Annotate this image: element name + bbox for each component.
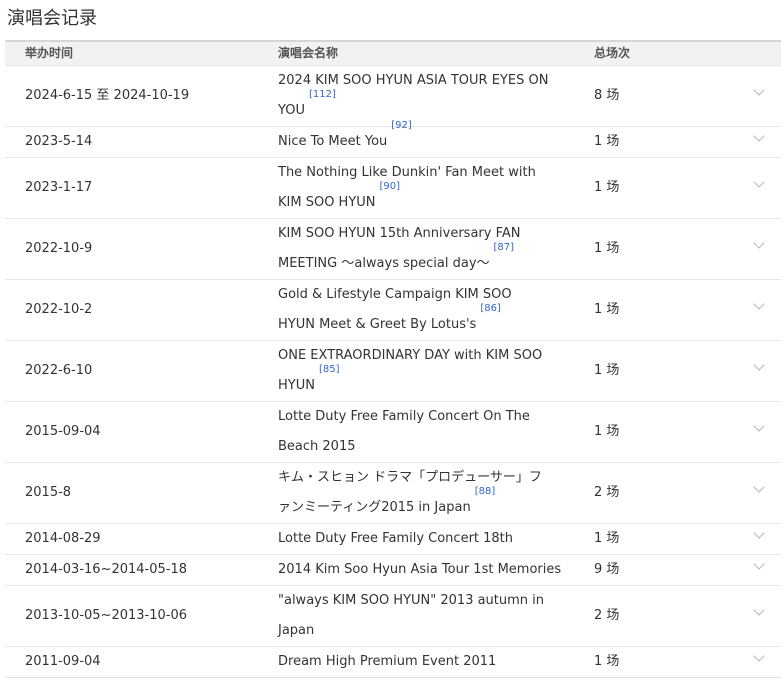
row-count: 1 场 <box>594 180 620 195</box>
row-date: 2022-6-10 <box>25 363 93 378</box>
row-count: 8 场 <box>594 88 620 103</box>
chevron-down-icon[interactable] <box>753 237 765 249</box>
reference-link[interactable]: [85] <box>319 364 340 375</box>
row-name-text: ONE EXTRAORDINARY DAY with KIM SOO HYUN <box>278 348 543 393</box>
row-name-text: KIM SOO HYUN 15th Anniversary FAN MEETIN… <box>278 226 521 271</box>
row-name: Lotte Duty Free Family Concert 18th <box>278 524 550 554</box>
row-count: 1 场 <box>594 134 620 149</box>
table-row[interactable]: 2011-09-04 Dream High Premium Event 2011… <box>5 647 781 678</box>
row-date: 2014-08-29 <box>25 531 101 546</box>
column-header-date: 举办时间 <box>25 46 74 60</box>
row-name: キム・スヒョン ドラマ「プロデューサー」ファンミーティング2015 in Jap… <box>278 463 550 523</box>
chevron-down-icon[interactable] <box>753 604 765 616</box>
row-count: 2 场 <box>594 608 620 623</box>
row-name-text: Nice To Meet You <box>278 134 388 149</box>
chevron-down-icon[interactable] <box>753 481 765 493</box>
row-date: 2022-10-9 <box>25 241 93 256</box>
concert-table: 举办时间 演唱会名称 总场次 2024-6-15 至 2024-10-19 20… <box>5 40 781 678</box>
row-name-text: Gold & Lifestyle Campaign KIM SOO HYUN M… <box>278 287 512 332</box>
reference-link[interactable]: [90] <box>380 181 401 192</box>
row-count: 1 场 <box>594 241 620 256</box>
reference-link[interactable]: [112] <box>309 89 336 100</box>
row-name-text: キム・スヒョン ドラマ「プロデューサー」ファンミーティング2015 in Jap… <box>278 470 542 515</box>
row-date: 2022-10-2 <box>25 302 93 317</box>
row-date: 2011-09-04 <box>25 654 101 669</box>
column-header-name: 演唱会名称 <box>278 46 339 60</box>
chevron-down-icon[interactable] <box>753 650 765 662</box>
table-row[interactable]: 2022-6-10 ONE EXTRAORDINARY DAY with KIM… <box>5 341 781 402</box>
row-date: 2015-09-04 <box>25 424 101 439</box>
row-count: 2 场 <box>594 485 620 500</box>
row-name-text: Dream High Premium Event 2011 <box>278 654 497 669</box>
table-row[interactable]: 2022-10-9 KIM SOO HYUN 15th Anniversary … <box>5 219 781 280</box>
column-header-count: 总场次 <box>594 46 631 60</box>
row-count: 1 场 <box>594 363 620 378</box>
row-date: 2024-6-15 至 2024-10-19 <box>25 88 190 103</box>
table-header: 举办时间 演唱会名称 总场次 <box>5 42 781 66</box>
table-row[interactable]: 2023-1-17 The Nothing Like Dunkin' Fan M… <box>5 158 781 219</box>
row-name: 2014 Kim Soo Hyun Asia Tour 1st Memories <box>278 555 561 585</box>
row-count: 1 场 <box>594 302 620 317</box>
chevron-down-icon[interactable] <box>753 420 765 432</box>
chevron-down-icon[interactable] <box>753 359 765 371</box>
chevron-down-icon[interactable] <box>753 84 765 96</box>
section-title: 演唱会记录 <box>7 8 97 29</box>
chevron-down-icon[interactable] <box>753 130 765 142</box>
table-row[interactable]: 2013-10-05~2013-10-06 "always KIM SOO HY… <box>5 586 781 647</box>
row-name-text: Lotte Duty Free Family Concert On The Be… <box>278 409 530 454</box>
reference-link[interactable]: [88] <box>475 486 496 497</box>
row-name-text: Lotte Duty Free Family Concert 18th <box>278 531 514 546</box>
table-row[interactable]: 2015-09-04 Lotte Duty Free Family Concer… <box>5 402 781 463</box>
table-row[interactable]: 2015-8 キム・スヒョン ドラマ「プロデューサー」ファンミーティング2015… <box>5 463 781 524</box>
table-row[interactable]: 2022-10-2 Gold & Lifestyle Campaign KIM … <box>5 280 781 341</box>
row-count: 1 场 <box>594 531 620 546</box>
table-row[interactable]: 2014-08-29 Lotte Duty Free Family Concer… <box>5 524 781 555</box>
row-name: The Nothing Like Dunkin' Fan Meet with K… <box>278 158 550 218</box>
row-name: Gold & Lifestyle Campaign KIM SOO HYUN M… <box>278 280 550 340</box>
row-name: Dream High Premium Event 2011 <box>278 647 550 677</box>
row-name: KIM SOO HYUN 15th Anniversary FAN MEETIN… <box>278 219 550 279</box>
reference-link[interactable]: [86] <box>480 303 501 314</box>
table-row[interactable]: 2014-03-16~2014-05-18 2014 Kim Soo Hyun … <box>5 555 781 586</box>
reference-link[interactable]: [87] <box>494 242 515 253</box>
row-date: 2015-8 <box>25 485 72 500</box>
row-date: 2023-1-17 <box>25 180 93 195</box>
chevron-down-icon[interactable] <box>753 176 765 188</box>
chevron-down-icon[interactable] <box>753 298 765 310</box>
table-row[interactable]: 2023-5-14 Nice To Meet You[92] 1 场 <box>5 121 781 158</box>
row-name-text: The Nothing Like Dunkin' Fan Meet with K… <box>278 165 536 210</box>
row-name-text: "always KIM SOO HYUN" 2013 autumn in Jap… <box>278 593 545 638</box>
row-name: ONE EXTRAORDINARY DAY with KIM SOO HYUN[… <box>278 341 550 401</box>
row-name: "always KIM SOO HYUN" 2013 autumn in Jap… <box>278 586 550 646</box>
chevron-down-icon[interactable] <box>753 527 765 539</box>
row-name: Nice To Meet You[92] <box>278 121 550 157</box>
row-name-text: 2014 Kim Soo Hyun Asia Tour 1st Memories <box>278 562 562 577</box>
row-count: 1 场 <box>594 654 620 669</box>
reference-link[interactable]: [92] <box>391 120 412 131</box>
row-count: 1 场 <box>594 424 620 439</box>
row-name: Lotte Duty Free Family Concert On The Be… <box>278 402 550 462</box>
row-count: 9 场 <box>594 562 620 577</box>
row-date: 2023-5-14 <box>25 134 93 149</box>
row-date: 2013-10-05~2013-10-06 <box>25 608 187 623</box>
chevron-down-icon[interactable] <box>753 558 765 570</box>
row-date: 2014-03-16~2014-05-18 <box>25 562 187 577</box>
row-name: 2024 KIM SOO HYUN ASIA TOUR EYES ON YOU[… <box>278 66 550 126</box>
table-row[interactable]: 2024-6-15 至 2024-10-19 2024 KIM SOO HYUN… <box>5 66 781 127</box>
